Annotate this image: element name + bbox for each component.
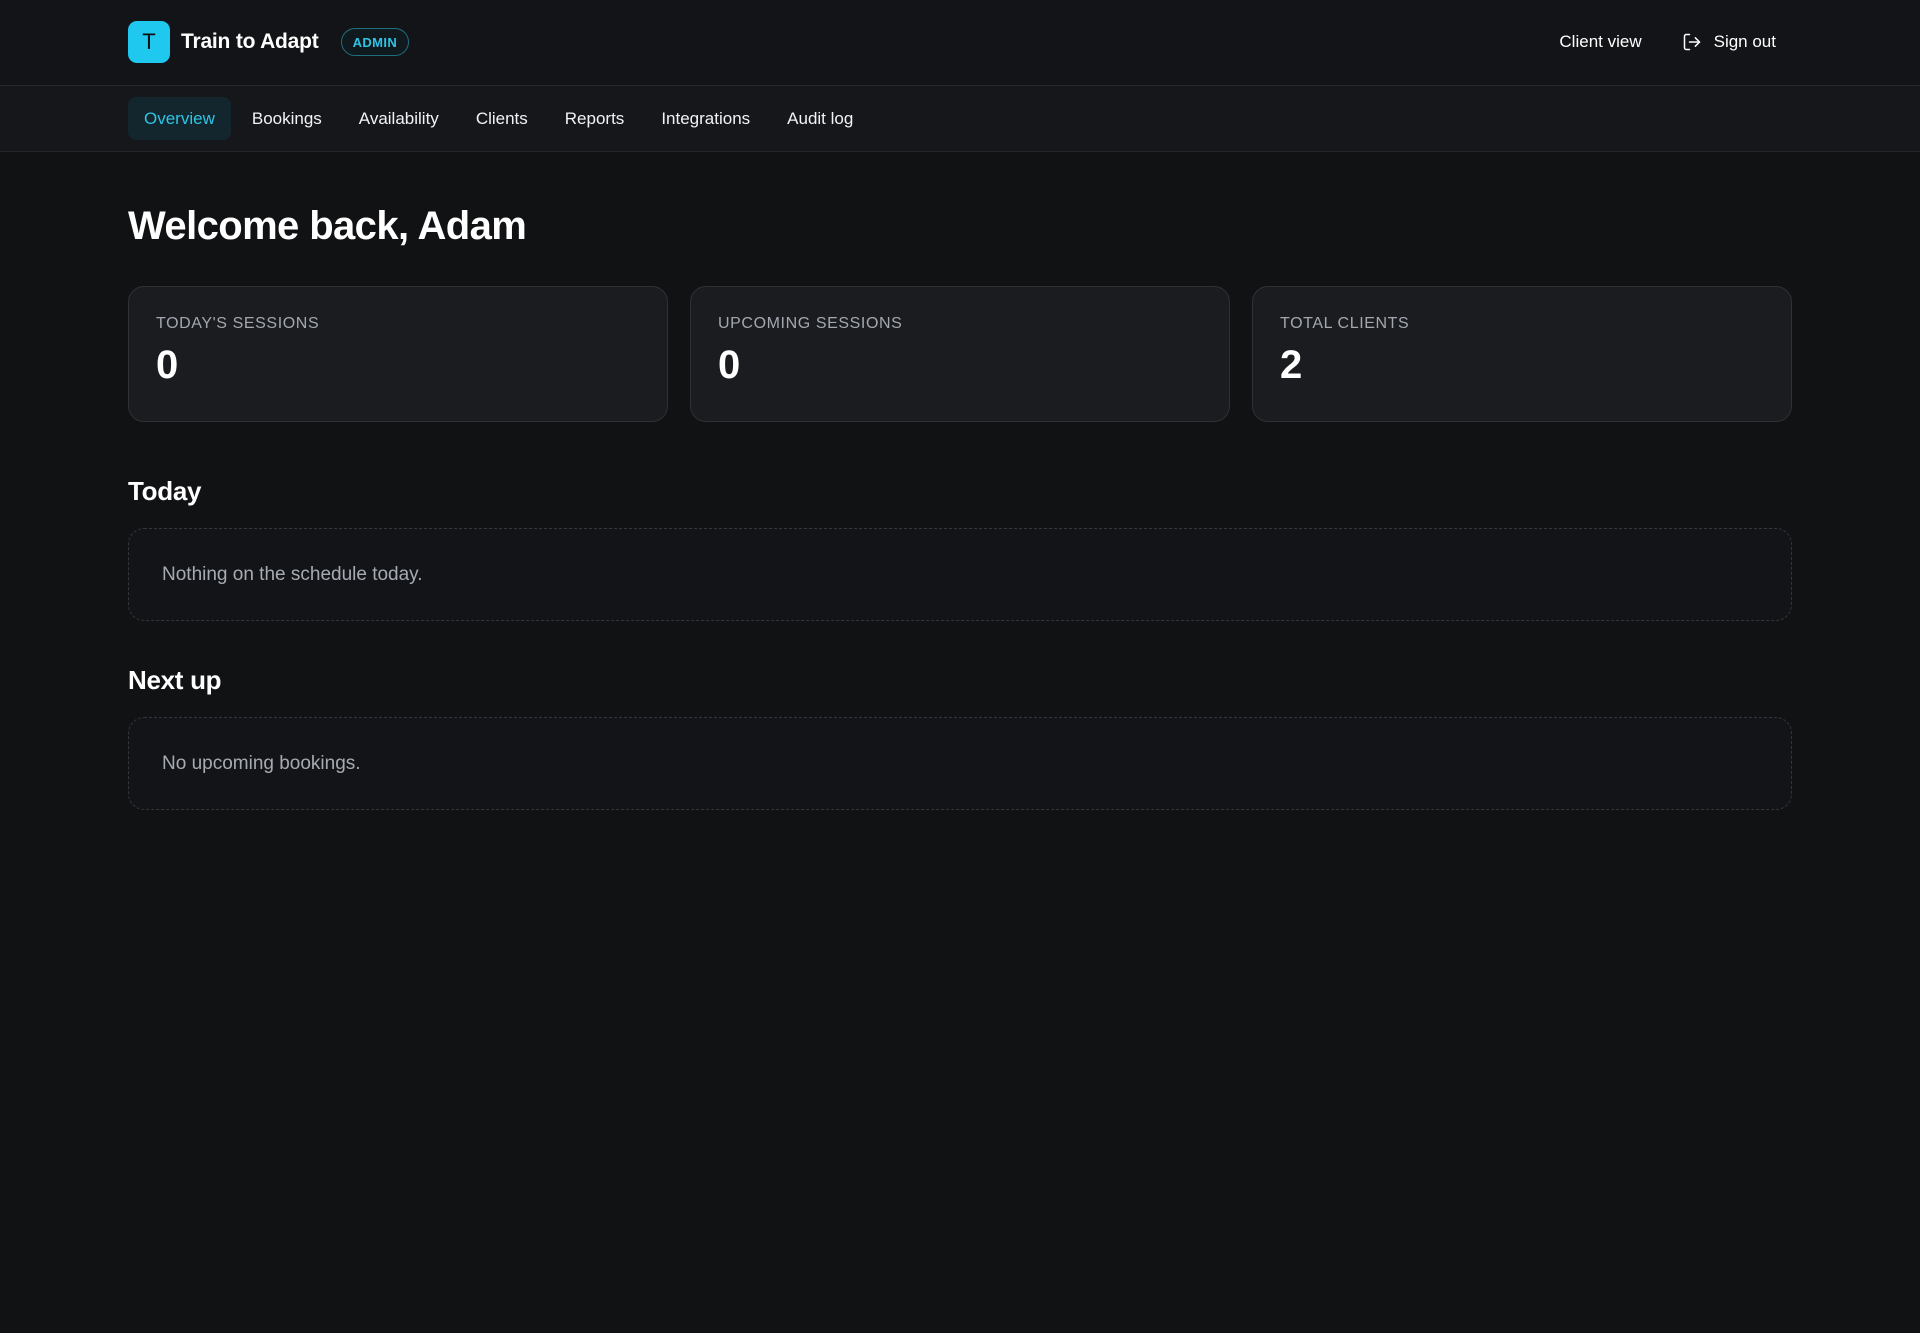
stat-label: UPCOMING SESSIONS [718, 315, 903, 332]
stat-card-upcoming-sessions: UPCOMING SESSIONS 0 [690, 286, 1230, 422]
stats-row: TODAY'S SESSIONS 0 UPCOMING SESSIONS 0 T… [128, 286, 1792, 422]
stat-label: TOTAL CLIENTS [1280, 315, 1410, 332]
page-title: Welcome back, Adam [128, 204, 527, 248]
top-header: T Train to Adapt ADMIN Client view Sign … [0, 0, 1920, 86]
today-empty-state: Nothing on the schedule today. [128, 528, 1792, 621]
header-actions: Client view Sign out [1543, 21, 1792, 63]
section-title-today: Today [128, 476, 202, 506]
app-logo: T [128, 21, 170, 63]
sign-out-label: Sign out [1713, 32, 1776, 51]
next-up-empty-state: No upcoming bookings. [128, 717, 1792, 810]
app-name: Train to Adapt [181, 30, 319, 53]
tab-clients[interactable]: Clients [460, 97, 544, 140]
stat-card-total-clients: TOTAL CLIENTS 2 [1252, 286, 1792, 422]
empty-message: Nothing on the schedule today. [162, 563, 423, 585]
tab-integrations[interactable]: Integrations [645, 97, 766, 140]
stat-value: 0 [718, 343, 741, 387]
stat-label: TODAY'S SESSIONS [156, 315, 320, 332]
client-view-label: Client view [1559, 32, 1642, 51]
nav-tabs: Overview Bookings Availability Clients R… [128, 97, 874, 140]
empty-message: No upcoming bookings. [162, 752, 361, 774]
sign-out-button[interactable]: Sign out [1666, 21, 1792, 63]
role-badge: ADMIN [340, 28, 410, 56]
tab-overview[interactable]: Overview [128, 97, 231, 140]
tab-audit-log[interactable]: Audit log [771, 97, 869, 140]
tab-reports[interactable]: Reports [549, 97, 641, 140]
tab-bookings[interactable]: Bookings [236, 97, 338, 140]
stat-card-todays-sessions: TODAY'S SESSIONS 0 [128, 286, 668, 422]
stat-value: 2 [1280, 343, 1303, 387]
sign-out-icon [1682, 32, 1702, 52]
section-title-next-up: Next up [128, 665, 222, 695]
client-view-link[interactable]: Client view [1543, 21, 1657, 63]
main-nav: Overview Bookings Availability Clients R… [0, 86, 1920, 152]
brand[interactable]: T Train to Adapt ADMIN [128, 21, 410, 63]
tab-availability[interactable]: Availability [343, 97, 455, 140]
stat-value: 0 [156, 343, 179, 387]
